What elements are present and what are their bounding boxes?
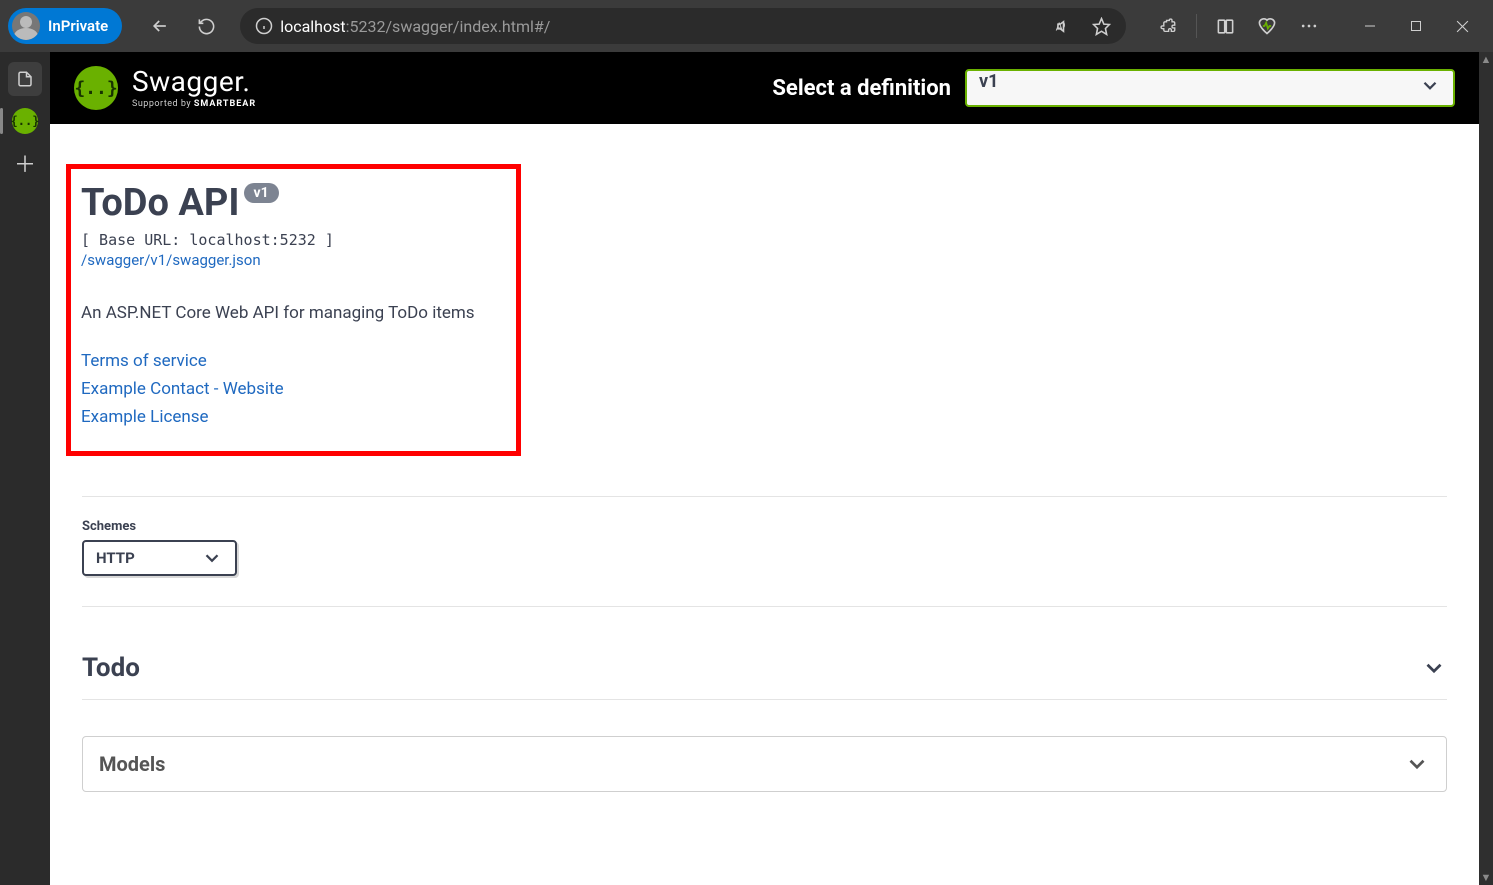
site-info-icon[interactable] [248, 17, 280, 35]
url-text: localhost:5232/swagger/index.html#/ [280, 17, 1046, 36]
oas-json-link[interactable]: /swagger/v1/swagger.json [81, 251, 261, 269]
window-minimize-button[interactable] [1347, 6, 1393, 46]
api-title: ToDo API [81, 181, 240, 225]
api-description: An ASP.NET Core Web API for managing ToD… [81, 303, 506, 323]
star-icon [1092, 17, 1111, 36]
schemes-select[interactable]: HTTP [82, 540, 237, 576]
close-icon [1456, 20, 1469, 33]
swagger-logo-icon: {..} [74, 66, 118, 110]
definition-selected-value: v1 [979, 71, 998, 92]
minimize-icon [1364, 20, 1376, 32]
tab-swagger[interactable]: {..} [8, 104, 42, 138]
performance-button[interactable] [1247, 6, 1287, 46]
chevron-down-icon [1419, 75, 1441, 102]
read-aloud-icon: A⁾ [1054, 17, 1073, 36]
maximize-icon [1410, 20, 1422, 32]
refresh-icon [197, 17, 216, 36]
swagger-topbar: {..} Swagger. Supported by SMARTBEAR Sel… [50, 52, 1479, 124]
terms-of-service-link[interactable]: Terms of service [81, 351, 506, 371]
new-tab-button[interactable]: ＋ [8, 146, 42, 180]
inprivate-label: InPrivate [48, 17, 108, 35]
read-aloud-button[interactable]: A⁾ [1046, 6, 1080, 46]
chevron-down-icon [1404, 751, 1430, 777]
inprivate-badge[interactable]: InPrivate [8, 8, 122, 44]
back-button[interactable] [140, 6, 180, 46]
select-definition-label: Select a definition [772, 76, 951, 101]
page-viewport: {..} Swagger. Supported by SMARTBEAR Sel… [50, 52, 1479, 885]
browser-toolbar: InPrivate localhost:5232/swagger/index.h… [0, 0, 1493, 52]
models-heading: Models [99, 752, 165, 776]
extensions-button[interactable] [1148, 6, 1188, 46]
toolbar-divider [1196, 14, 1197, 38]
tag-todo-section[interactable]: Todo [82, 637, 1447, 700]
puzzle-icon [1158, 16, 1178, 36]
api-version-badge: v1 [244, 183, 279, 203]
window-maximize-button[interactable] [1393, 6, 1439, 46]
scroll-up-icon[interactable]: ▲ [1481, 54, 1492, 65]
window-close-button[interactable] [1439, 6, 1485, 46]
tag-name: Todo [82, 653, 140, 683]
address-bar[interactable]: localhost:5232/swagger/index.html#/ A⁾ [240, 8, 1126, 44]
api-info-box: ToDo API v1 [ Base URL: localhost:5232 ]… [66, 164, 521, 456]
schemes-label: Schemes [82, 519, 1447, 534]
swagger-favicon-icon: {..} [12, 108, 38, 134]
swagger-logo[interactable]: {..} Swagger. Supported by SMARTBEAR [74, 66, 256, 110]
profile-avatar-icon [12, 12, 40, 40]
models-section[interactable]: Models [82, 736, 1447, 792]
api-base-url: [ Base URL: localhost:5232 ] [81, 231, 506, 249]
collections-button[interactable] [1205, 6, 1245, 46]
heartbeat-icon [1257, 16, 1277, 36]
plus-icon: ＋ [14, 147, 36, 179]
page-icon [16, 70, 34, 88]
tab-blank[interactable] [8, 62, 42, 96]
scroll-down-icon[interactable]: ▼ [1481, 872, 1492, 883]
arrow-left-icon [150, 16, 170, 36]
license-link[interactable]: Example License [81, 407, 506, 427]
definition-select[interactable]: v1 [965, 69, 1455, 107]
more-button[interactable] [1289, 6, 1329, 46]
swagger-wordmark: Swagger. [132, 68, 256, 96]
chevron-down-icon [1421, 655, 1447, 681]
contact-website-link[interactable]: Example Contact - Website [81, 379, 506, 399]
collections-icon [1216, 17, 1235, 36]
svg-text:A⁾: A⁾ [1055, 20, 1065, 33]
chevron-down-icon [201, 547, 223, 569]
vertical-tab-strip: {..} ＋ [0, 52, 50, 885]
refresh-button[interactable] [186, 6, 226, 46]
swagger-supported-by: Supported by SMARTBEAR [132, 100, 256, 109]
favorite-button[interactable] [1084, 6, 1118, 46]
schemes-selected-value: HTTP [96, 549, 135, 567]
scrollbar[interactable]: ▲ ▼ [1479, 52, 1493, 885]
ellipsis-icon [1299, 16, 1319, 36]
